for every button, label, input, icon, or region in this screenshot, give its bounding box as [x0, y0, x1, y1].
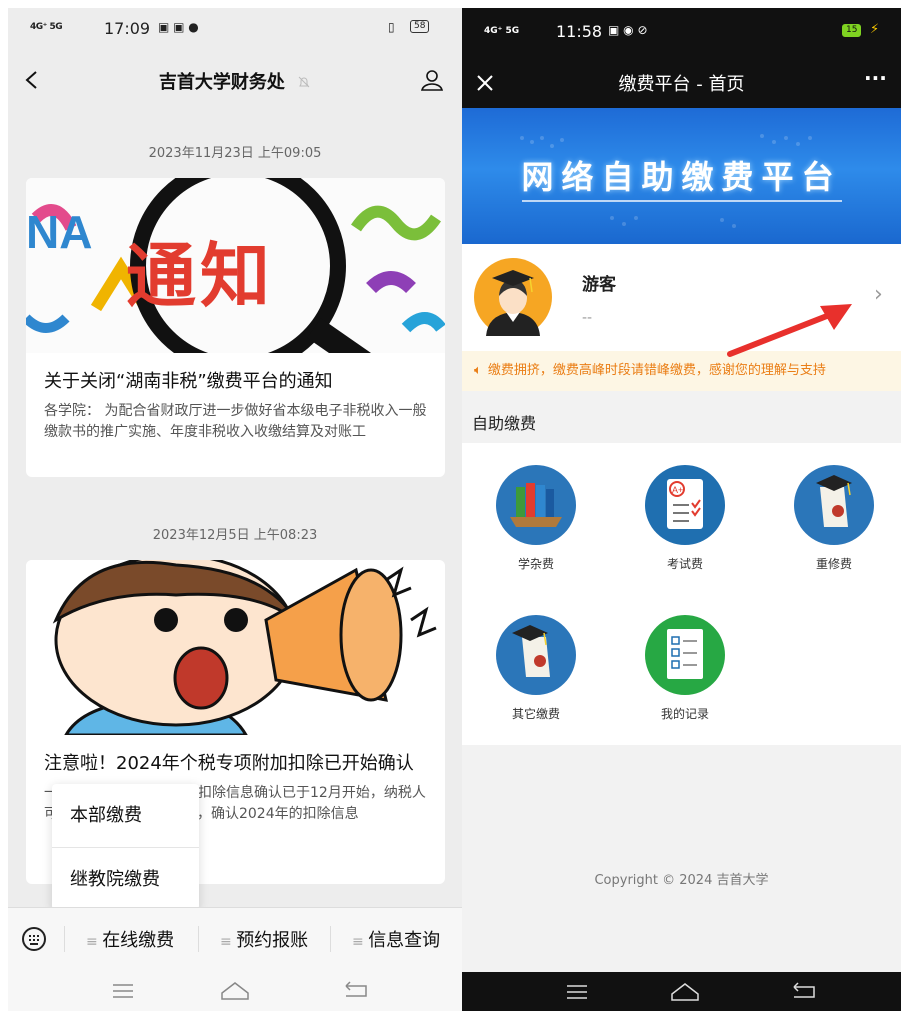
- menu-icon[interactable]: [566, 984, 588, 1000]
- profile-icon[interactable]: [420, 68, 444, 92]
- back-nav-icon[interactable]: [342, 981, 368, 999]
- diploma-cap-icon: [496, 615, 576, 695]
- menu-icon[interactable]: [112, 983, 134, 999]
- service-exam[interactable]: A+ 考试费: [625, 465, 745, 572]
- menu-online-payment[interactable]: ≡ 在线缴费: [86, 926, 174, 952]
- notification-icons: ▣ ▣ ●: [158, 20, 199, 34]
- user-info: --: [582, 310, 593, 326]
- boy-with-megaphone-illustration: [52, 560, 437, 735]
- signal-indicator: 4G⁺ 5G: [30, 22, 63, 32]
- more-options-button[interactable]: ···: [864, 66, 887, 90]
- books-icon: [496, 465, 576, 545]
- chevron-right-icon[interactable]: ›: [874, 282, 883, 307]
- article-card[interactable]: NA 通知 关于关闭“湖南非税”缴费平台的通知 各学院： 为配合省财政厅进一步做…: [26, 178, 445, 477]
- diploma-icon: [794, 465, 874, 545]
- copyright-text: Copyright © 2024 吉首大学: [594, 873, 769, 888]
- vibrate-icon: ▯: [388, 20, 395, 34]
- megaphone-cover-image: [26, 560, 445, 735]
- article-title: 关于关闭“湖南非税”缴费平台的通知: [44, 371, 333, 392]
- notice-cover-image: NA 通知: [26, 178, 445, 353]
- svg-text:NA: NA: [26, 206, 92, 258]
- divider: [198, 926, 199, 952]
- service-other[interactable]: 其它缴费: [476, 615, 596, 722]
- right-phone-screen: 4G⁺ 5G 11:58 ▣ ◉ ⊘ 15 ⚡ 缴费平台 - 首页 ··· 网络…: [462, 8, 901, 1011]
- article-summary: 各学院： 为配合省财政厅进一步做好省本级电子非税收入一般缴款书的推广实施、年度非…: [44, 403, 427, 440]
- speaker-icon: 🔈︎: [474, 363, 482, 378]
- status-time: 11:58: [556, 22, 603, 41]
- menu-reimbursement-booking[interactable]: ≡ 预约报账: [220, 926, 308, 952]
- home-icon[interactable]: [670, 982, 700, 1002]
- signal-indicator: 4G⁺ 5G: [484, 26, 520, 36]
- system-nav-bar: [462, 972, 901, 1011]
- status-time: 17:09: [104, 19, 151, 38]
- menu-info-query[interactable]: ≡ 信息查询: [352, 926, 440, 952]
- divider: [330, 926, 331, 952]
- service-my-records[interactable]: 我的记录: [625, 615, 745, 722]
- annotation-arrow: [727, 304, 852, 357]
- exam-icon: A+: [645, 465, 725, 545]
- cover-text: 通知: [126, 235, 274, 317]
- back-nav-icon[interactable]: [790, 982, 816, 1000]
- service-tuition[interactable]: 学杂费: [476, 465, 596, 572]
- chat-header: 吉首大学财务处: [8, 54, 462, 104]
- service-grid: 学杂费 A+ 考试费 重修费 其它缴费 我的记录: [462, 443, 901, 745]
- message-date: 2023年11月23日 上午09:05: [148, 146, 322, 161]
- svg-text:A+: A+: [672, 485, 683, 495]
- divider: [64, 926, 65, 952]
- charging-icon: ⚡: [870, 22, 880, 37]
- left-phone-screen: 4G⁺ 5G 17:09 ▣ ▣ ● ▯ 58 吉首大学财务处 2023年11月…: [8, 8, 462, 1011]
- notification-icons: ▣ ◉ ⊘: [608, 23, 648, 37]
- banner-underline: [522, 200, 842, 202]
- account-title: 吉首大学财务处: [8, 68, 462, 94]
- user-name: 游客: [582, 275, 616, 295]
- submenu-popup: 本部缴费 继教院缴费: [52, 784, 199, 910]
- section-title: 自助缴费: [472, 414, 537, 433]
- system-nav-bar: [8, 970, 462, 1011]
- service-retake[interactable]: 重修费: [774, 465, 894, 572]
- keyboard-icon[interactable]: [22, 927, 46, 951]
- status-bar: 4G⁺ 5G 17:09 ▣ ▣ ● ▯ 58: [8, 8, 462, 48]
- platform-banner: 网络自助缴费平台: [462, 108, 901, 244]
- battery-level: 15: [842, 24, 862, 37]
- status-bar: 4G⁺ 5G 11:58 ▣ ◉ ⊘ 15 ⚡: [462, 8, 901, 56]
- menu-item-main-campus-payment[interactable]: 本部缴费: [52, 784, 199, 847]
- article-title: 注意啦！2024年个税专项附加扣除已开始确认: [44, 753, 414, 774]
- battery-level: 58: [410, 20, 430, 33]
- message-date: 2023年12月5日 上午08:23: [152, 528, 318, 543]
- mute-bell-icon: [298, 76, 310, 88]
- banner-title: 网络自助缴费平台: [521, 158, 842, 196]
- home-icon[interactable]: [220, 981, 250, 1001]
- records-icon: [645, 615, 725, 695]
- page-title: 缴费平台 - 首页: [618, 74, 745, 95]
- account-menu-bar: ≡ 在线缴费 ≡ 预约报账 ≡ 信息查询: [8, 907, 462, 970]
- graduate-avatar: [474, 258, 552, 336]
- menu-item-continuing-education-payment[interactable]: 继教院缴费: [52, 847, 199, 911]
- mini-program-header: 缴费平台 - 首页 ···: [462, 56, 901, 108]
